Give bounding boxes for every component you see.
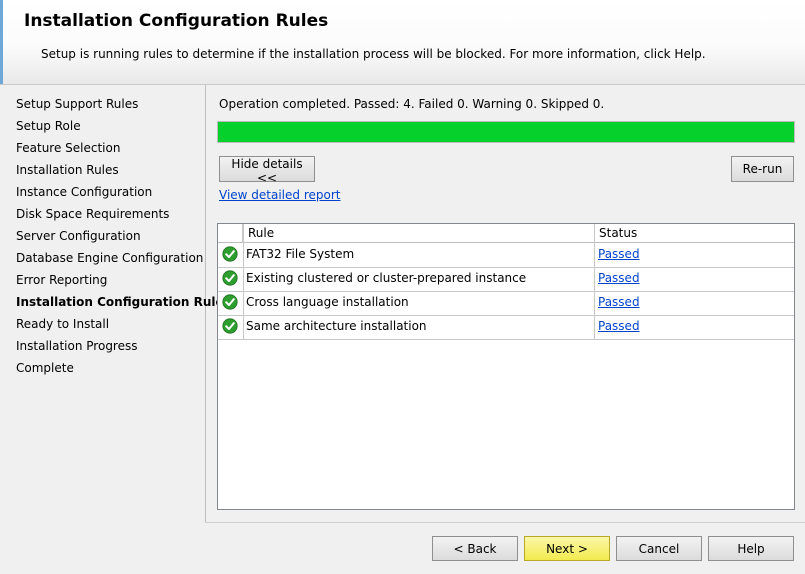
nav-item-installation-progress[interactable]: Installation Progress xyxy=(16,339,138,353)
rule-name: Same architecture installation xyxy=(246,319,427,333)
nav-item-setup-support-rules[interactable]: Setup Support Rules xyxy=(16,97,138,111)
table-header-icon-column xyxy=(218,224,243,243)
operation-status-text: Operation completed. Passed: 4. Failed 0… xyxy=(219,97,605,111)
header-accent-bar xyxy=(0,0,3,84)
rerun-button[interactable]: Re-run xyxy=(731,156,794,182)
nav-item-installation-configuration-rules[interactable]: Installation Configuration Rules xyxy=(16,295,231,309)
nav-item-ready-to-install[interactable]: Ready to Install xyxy=(16,317,109,331)
nav-item-feature-selection[interactable]: Feature Selection xyxy=(16,141,120,155)
step-navigation: Setup Support Rules Setup Role Feature S… xyxy=(0,85,231,522)
header: Installation Configuration Rules Setup i… xyxy=(0,0,805,85)
status-passed-link[interactable]: Passed xyxy=(598,295,640,309)
status-passed-link[interactable]: Passed xyxy=(598,247,640,261)
progress-fill xyxy=(218,122,794,142)
row-divider xyxy=(218,291,794,292)
page-subtitle: Setup is running rules to determine if t… xyxy=(41,47,706,61)
hide-details-button[interactable]: Hide details << xyxy=(219,156,315,185)
row-divider xyxy=(218,267,794,268)
nav-item-database-engine-configuration[interactable]: Database Engine Configuration xyxy=(16,251,203,265)
next-button[interactable]: Next > xyxy=(524,536,610,561)
rule-name: Existing clustered or cluster-prepared i… xyxy=(246,271,527,285)
row-divider xyxy=(218,315,794,316)
check-icon xyxy=(222,246,238,262)
nav-item-setup-role[interactable]: Setup Role xyxy=(16,119,81,133)
column-divider xyxy=(594,224,595,339)
page-title: Installation Configuration Rules xyxy=(24,11,329,31)
check-icon xyxy=(222,318,238,334)
check-icon xyxy=(222,270,238,286)
nav-item-error-reporting[interactable]: Error Reporting xyxy=(16,273,107,287)
nav-item-complete[interactable]: Complete xyxy=(16,361,74,375)
check-icon xyxy=(222,294,238,310)
cancel-button[interactable]: Cancel xyxy=(616,536,702,561)
table-header-status[interactable]: Status xyxy=(594,224,794,243)
nav-item-instance-configuration[interactable]: Instance Configuration xyxy=(16,185,152,199)
rules-table: Rule Status FAT32 File System Passed Exi… xyxy=(217,223,795,510)
footer-divider xyxy=(205,522,805,523)
column-divider xyxy=(243,224,244,339)
view-detailed-report-link[interactable]: View detailed report xyxy=(219,188,340,202)
nav-item-disk-space-requirements[interactable]: Disk Space Requirements xyxy=(16,207,169,221)
progress-bar xyxy=(217,121,795,143)
nav-item-installation-rules[interactable]: Installation Rules xyxy=(16,163,119,177)
rule-name: FAT32 File System xyxy=(246,247,355,261)
help-button[interactable]: Help xyxy=(708,536,794,561)
status-passed-link[interactable]: Passed xyxy=(598,319,640,333)
back-button[interactable]: < Back xyxy=(432,536,518,561)
row-divider xyxy=(218,339,794,340)
table-header-rule[interactable]: Rule xyxy=(243,224,594,243)
nav-item-server-configuration[interactable]: Server Configuration xyxy=(16,229,141,243)
status-passed-link[interactable]: Passed xyxy=(598,271,640,285)
rule-name: Cross language installation xyxy=(246,295,409,309)
